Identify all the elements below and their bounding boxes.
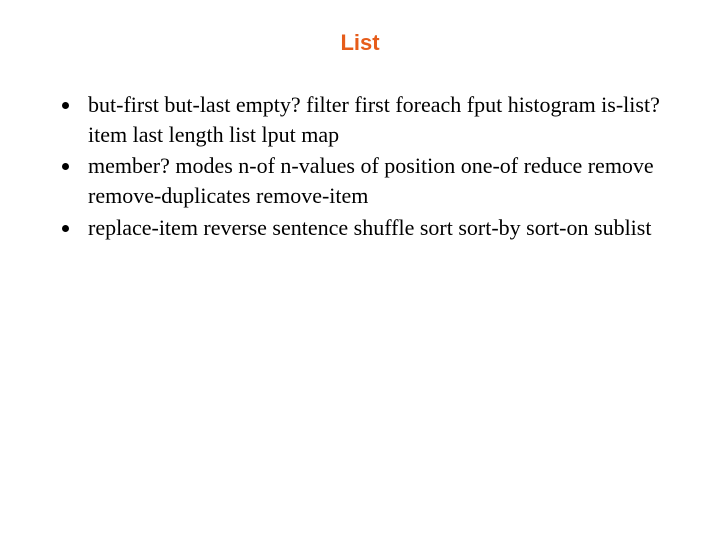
list-item: member? modes n-of n-values of position … — [82, 151, 660, 210]
bullet-list: but-first but-last empty? filter first f… — [0, 90, 720, 242]
slide-title: List — [0, 0, 720, 90]
list-item: but-first but-last empty? filter first f… — [82, 90, 660, 149]
list-item: replace-item reverse sentence shuffle so… — [82, 213, 660, 243]
